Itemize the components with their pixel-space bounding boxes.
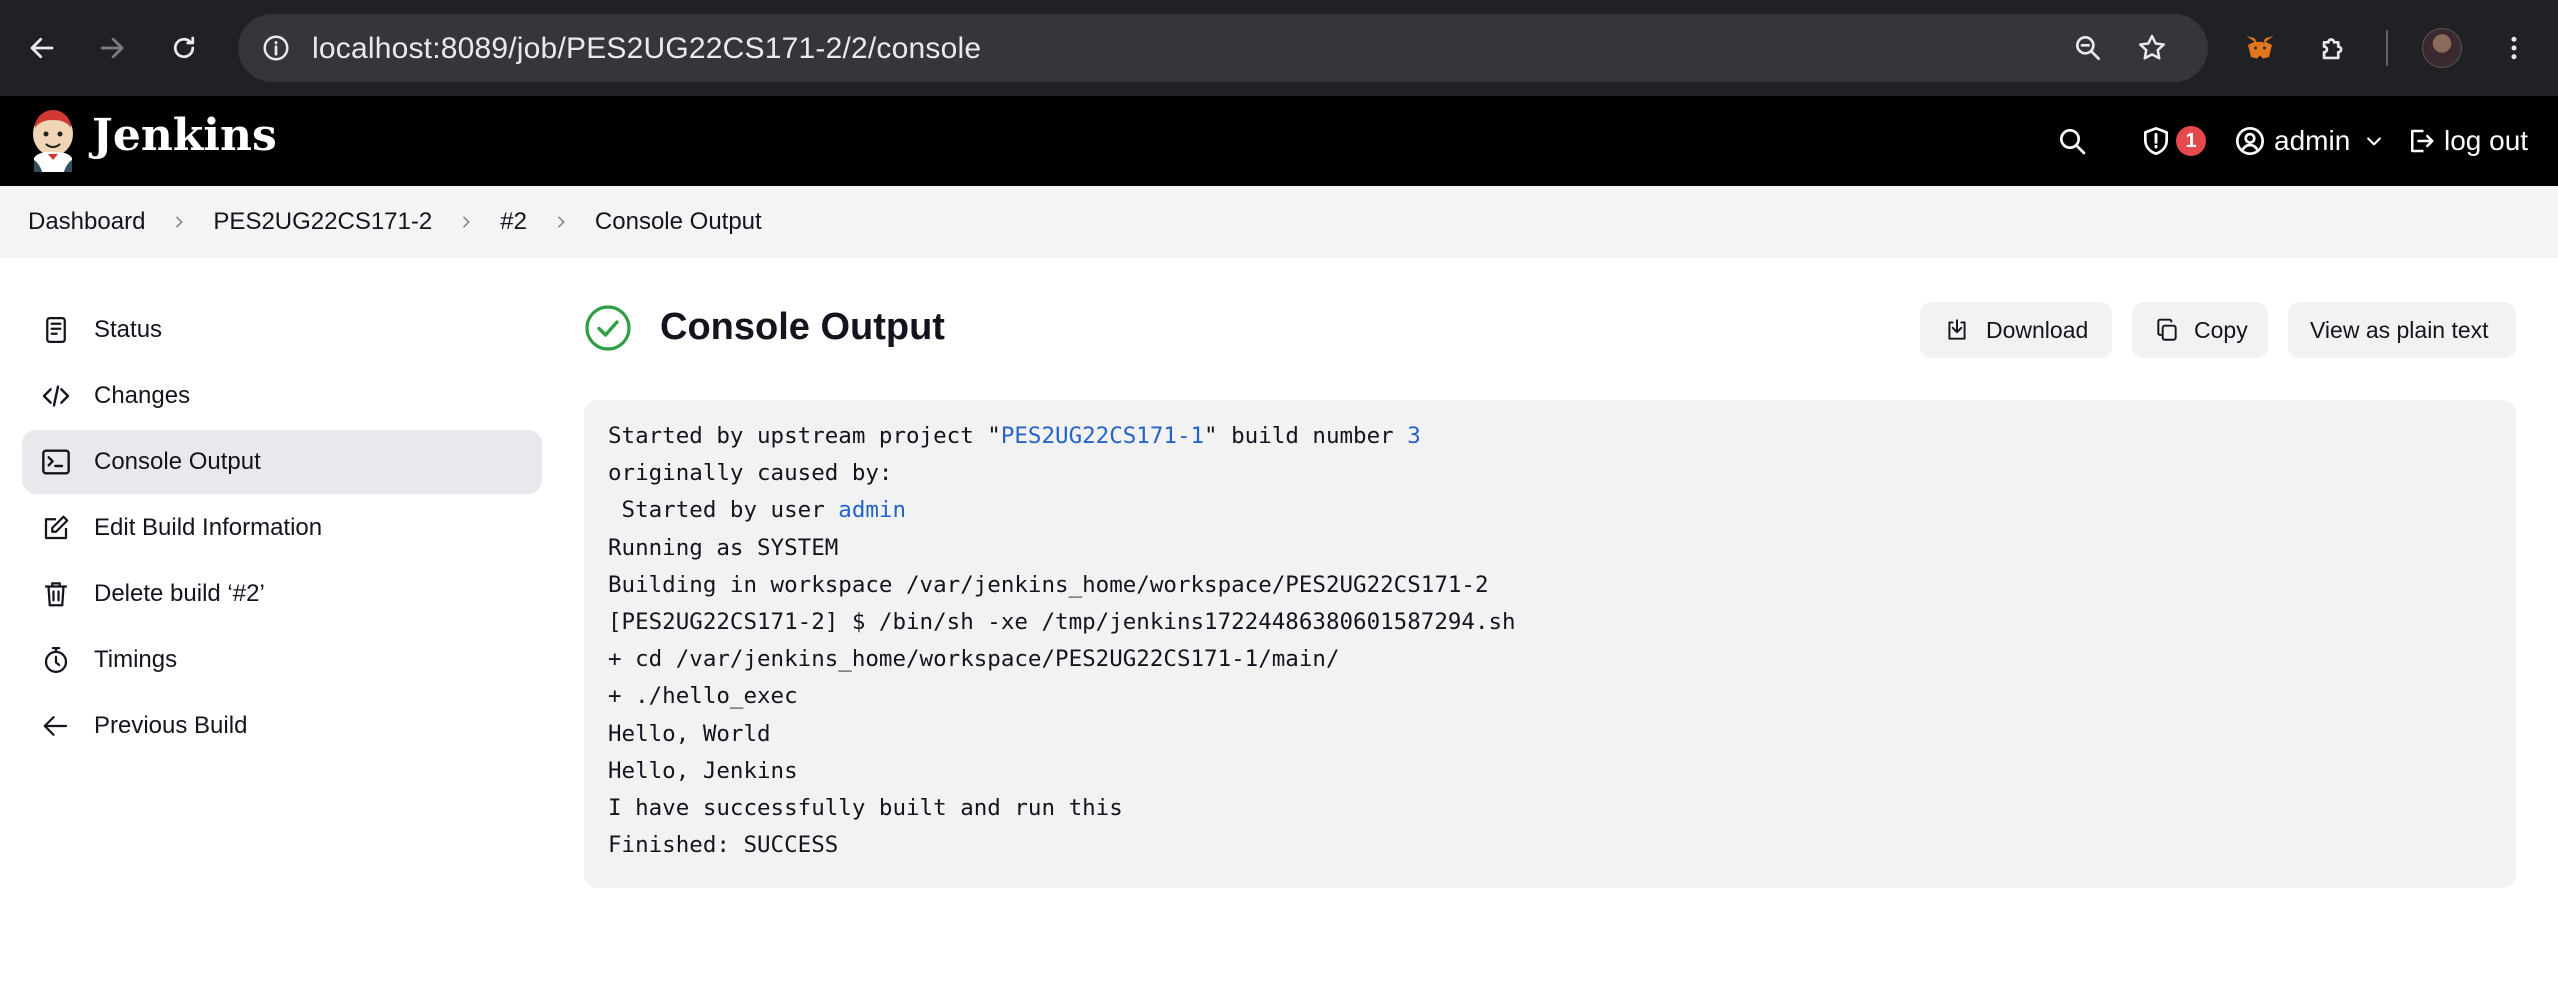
console-text: " build number (1204, 423, 1408, 449)
console-line: I have successfully built and run this (608, 794, 1123, 821)
upstream-build-link[interactable]: 3 (1407, 423, 1421, 449)
page-title: Console Output (660, 306, 945, 348)
console-line: Started by user admin (608, 492, 2492, 529)
console-line: + ./hello_exec (608, 683, 798, 710)
sidebar-item-label[interactable]: Edit Build Information (94, 514, 322, 542)
console-text: Started by user (608, 497, 839, 524)
code-icon (38, 378, 74, 414)
forward-button[interactable] (90, 26, 134, 70)
sidebar-item-label[interactable]: Status (94, 316, 162, 344)
view-plain-text-label[interactable]: View as plain text (2310, 317, 2489, 344)
success-check-icon (585, 305, 631, 351)
sidebar-item-console-output[interactable]: Console Output (22, 430, 542, 494)
zoom-icon[interactable] (2068, 28, 2108, 68)
logout-icon (2411, 129, 2434, 153)
chevron-right-icon (171, 214, 187, 230)
bookmark-star-icon[interactable] (2132, 28, 2172, 68)
download-label[interactable]: Download (1986, 317, 2088, 344)
sidebar-item-status[interactable]: Status (22, 298, 542, 362)
upstream-project-link[interactable]: PES2UG22CS171-1 (1001, 423, 1204, 449)
breadcrumb-dashboard[interactable]: Dashboard (28, 208, 145, 236)
sidebar-item-delete-build[interactable]: Delete build ‘#2’ (22, 562, 542, 626)
chevron-down-icon (2367, 137, 2382, 146)
sidebar-item-label[interactable]: Previous Build (94, 712, 247, 740)
chevron-right-icon (553, 214, 569, 230)
copy-label[interactable]: Copy (2194, 317, 2248, 344)
copy-icon (2154, 315, 2180, 345)
sidebar: Status Changes Console Output Edit Build… (22, 298, 542, 760)
console-text: Started by upstream project " (608, 423, 1001, 449)
reload-button[interactable] (162, 26, 206, 70)
console-line: originally caused by: (608, 460, 893, 487)
trash-icon (38, 576, 74, 612)
sidebar-item-label[interactable]: Changes (94, 382, 190, 410)
console-line: [PES2UG22CS171-2] $ /bin/sh -xe /tmp/jen… (608, 608, 1516, 635)
breadcrumb-console-output[interactable]: Console Output (595, 208, 762, 236)
security-warnings-button[interactable]: 1 (2140, 118, 2206, 164)
download-icon (1942, 315, 1972, 345)
user-name[interactable]: admin (2274, 125, 2350, 157)
jenkins-logo-icon[interactable] (26, 108, 80, 172)
user-menu[interactable]: admin (2234, 118, 2384, 164)
terminal-icon (38, 444, 74, 480)
console-line: Hello, World (608, 720, 771, 747)
sidebar-item-label[interactable]: Timings (94, 646, 177, 674)
stopwatch-icon (38, 642, 74, 678)
user-admin-link[interactable]: admin (838, 497, 906, 523)
console-line: Started by upstream project "PES2UG22CS1… (608, 418, 2492, 455)
metamask-extension-icon[interactable] (2236, 24, 2284, 72)
status-icon (38, 312, 74, 348)
console-line: Running as SYSTEM (608, 534, 839, 561)
logout-label[interactable]: log out (2444, 125, 2528, 157)
search-icon (2060, 129, 2086, 155)
address-bar[interactable]: localhost:8089/job/PES2UG22CS171-2/2/con… (238, 14, 2208, 82)
sidebar-item-timings[interactable]: Timings (22, 628, 542, 692)
breadcrumb-job[interactable]: PES2UG22CS171-2 (213, 208, 432, 236)
browser-toolbar: localhost:8089/job/PES2UG22CS171-2/2/con… (0, 0, 2558, 96)
site-info-icon[interactable] (256, 28, 296, 68)
shield-icon (2144, 127, 2168, 155)
sidebar-item-previous-build[interactable]: Previous Build (22, 694, 542, 758)
arrow-left-icon (30, 37, 54, 59)
breadcrumb: Dashboard PES2UG22CS171-2 #2 Console Out… (0, 186, 2558, 258)
arrow-right-icon (100, 37, 124, 59)
browser-menu-icon[interactable] (2490, 24, 2538, 72)
sidebar-item-edit-build-information[interactable]: Edit Build Information (22, 496, 542, 560)
sidebar-item-label[interactable]: Delete build ‘#2’ (94, 580, 265, 608)
edit-icon (38, 510, 74, 546)
profile-avatar[interactable] (2418, 24, 2466, 72)
security-count-badge: 1 (2176, 126, 2206, 156)
page-header: Console Output Download Copy View as pla… (584, 300, 2516, 364)
app-title[interactable]: Jenkins (92, 110, 277, 161)
extensions-puzzle-icon[interactable] (2310, 24, 2358, 72)
logout-link[interactable]: log out (2406, 118, 2528, 164)
chevron-right-icon (458, 214, 474, 230)
download-button[interactable]: Download (1920, 302, 2112, 358)
console-line: Finished: SUCCESS (608, 832, 839, 859)
breadcrumb-build[interactable]: #2 (500, 208, 527, 236)
console-line: Building in workspace /var/jenkins_home/… (608, 571, 1489, 598)
toolbar-separator (2386, 30, 2388, 66)
sidebar-item-label[interactable]: Console Output (94, 448, 261, 476)
view-plain-text-button[interactable]: View as plain text (2288, 302, 2516, 358)
avatar[interactable] (2422, 28, 2462, 68)
copy-button[interactable]: Copy (2132, 302, 2268, 358)
url-text[interactable]: localhost:8089/job/PES2UG22CS171-2/2/con… (312, 32, 981, 66)
user-icon (2236, 127, 2264, 155)
jenkins-header: Jenkins 1 admin log out (0, 96, 2558, 186)
search-button[interactable] (2056, 118, 2088, 164)
reload-icon (173, 36, 195, 59)
arrow-left-icon (38, 708, 74, 744)
back-button[interactable] (20, 26, 64, 70)
console-line: Hello, Jenkins (608, 757, 798, 784)
console-line: + cd /var/jenkins_home/workspace/PES2UG2… (608, 646, 1340, 673)
console-output: Started by upstream project "PES2UG22CS1… (584, 400, 2516, 888)
sidebar-item-changes[interactable]: Changes (22, 364, 542, 428)
